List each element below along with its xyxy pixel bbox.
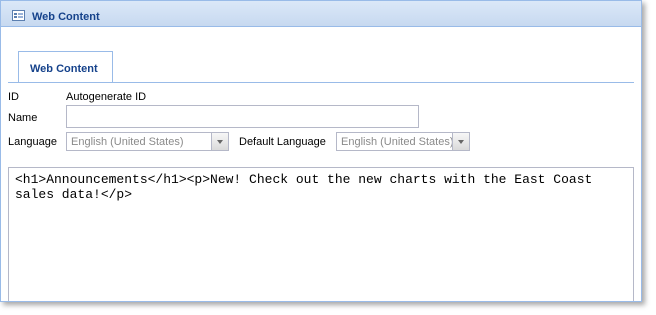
window-title: Web Content [32, 11, 100, 23]
language-select[interactable]: English (United States) [66, 132, 229, 151]
id-label: ID [8, 91, 19, 103]
web-content-window: Web Content Web Content ID Autogenerate … [0, 0, 642, 302]
tab-strip-divider [8, 82, 634, 83]
name-label: Name [8, 112, 38, 124]
language-select-value: English (United States) [71, 136, 184, 148]
content-editor[interactable]: <h1>Announcements</h1><p>New! Check out … [8, 167, 634, 301]
default-language-select[interactable]: English (United States) [336, 132, 470, 151]
chevron-down-icon [217, 140, 223, 144]
default-language-label: Default Language [239, 136, 326, 148]
chevron-down-icon [458, 140, 464, 144]
window-icon [12, 10, 25, 21]
window-titlebar: Web Content [1, 1, 641, 27]
language-dropdown-button[interactable] [211, 133, 228, 150]
language-label: Language [8, 136, 57, 148]
default-language-select-value: English (United States) [341, 136, 454, 148]
name-input[interactable] [66, 105, 419, 128]
tab-web-content[interactable]: Web Content [18, 51, 113, 82]
id-value: Autogenerate ID [66, 91, 147, 103]
tab-web-content-label: Web Content [30, 63, 98, 75]
default-language-dropdown-button[interactable] [452, 133, 469, 150]
